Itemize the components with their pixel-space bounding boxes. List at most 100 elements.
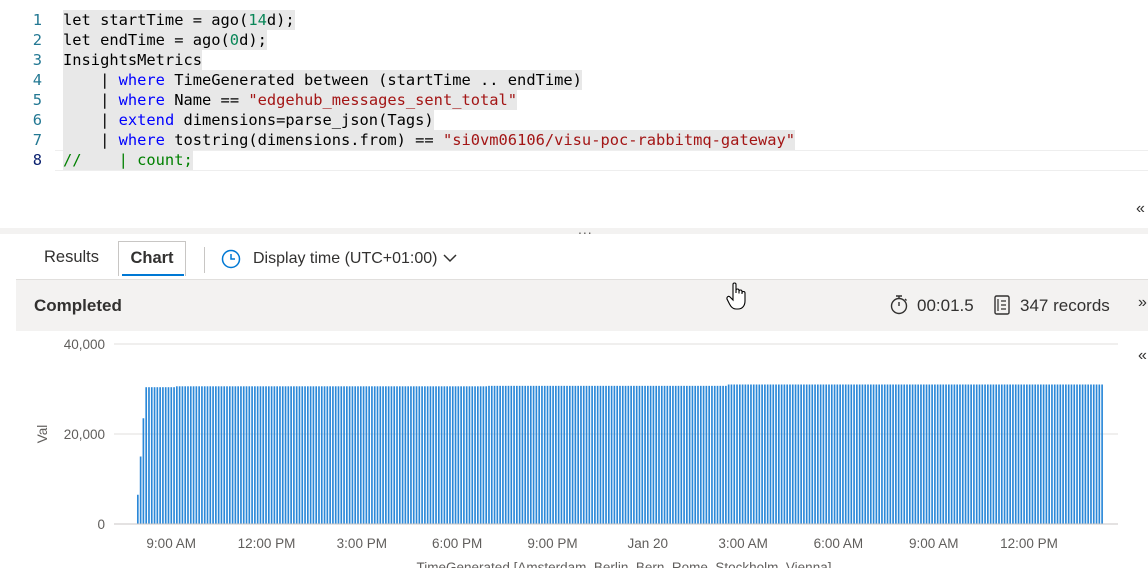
bar	[518, 385, 521, 524]
bar	[340, 386, 343, 524]
bar	[1017, 384, 1020, 524]
bar	[683, 385, 685, 524]
bar	[162, 387, 164, 524]
clock-icon[interactable]	[221, 249, 241, 269]
bar	[783, 384, 786, 524]
bar	[764, 384, 766, 524]
collapse-editor-icon[interactable]: «	[1136, 200, 1145, 218]
editor-splitter[interactable]	[0, 228, 1148, 234]
bar	[460, 386, 462, 524]
bar	[814, 384, 816, 524]
bar	[850, 384, 853, 524]
x-tick-label: 6:00 PM	[432, 536, 482, 551]
bar	[256, 386, 259, 524]
bar	[761, 384, 763, 524]
bar	[295, 386, 298, 524]
code-line[interactable]: 7 | where tostring(dimensions.from) == "…	[0, 130, 1148, 150]
bar	[254, 386, 256, 524]
bar	[1020, 384, 1023, 524]
code-line[interactable]: 6 | extend dimensions=parse_json(Tags)	[0, 110, 1148, 130]
bar	[293, 386, 295, 524]
bar	[1039, 384, 1042, 524]
elapsed-time: 00:01.5	[917, 296, 974, 315]
query-editor[interactable]: 1 let startTime = ago(14d); 2 let endTime =…	[0, 0, 1148, 228]
tab-chart[interactable]: Chart	[118, 241, 186, 276]
display-time-dropdown[interactable]: Display time (UTC+01:00)	[253, 250, 438, 268]
code-text: | where Name == "edgehub_messages_sent_t…	[63, 90, 518, 110]
bar	[942, 384, 945, 524]
bar	[164, 387, 167, 524]
bar	[725, 385, 727, 524]
x-tick-label: Jan 20	[627, 536, 668, 551]
bar	[903, 384, 906, 524]
code-line[interactable]: 3 InsightsMetrics	[0, 50, 1148, 70]
bar	[326, 386, 329, 524]
bar	[421, 386, 423, 524]
bar	[677, 385, 680, 524]
bar	[198, 386, 200, 524]
bar	[167, 387, 170, 524]
bar	[524, 385, 527, 524]
code-line[interactable]: 4 | where TimeGenerated between (startTi…	[0, 70, 1148, 90]
bar	[139, 456, 142, 524]
y-tick-label: 40,000	[64, 337, 105, 352]
expand-panel-icon[interactable]: »	[1138, 294, 1147, 312]
bar	[496, 385, 499, 524]
bar	[535, 385, 538, 524]
chevron-down-icon[interactable]	[442, 252, 458, 264]
bar	[975, 384, 978, 524]
bar	[992, 384, 995, 524]
code-line[interactable]: 1 let startTime = ago(14d);	[0, 10, 1148, 30]
bar	[803, 384, 805, 524]
bar	[956, 384, 959, 524]
bar	[1067, 384, 1070, 524]
bar	[697, 385, 699, 524]
bar	[886, 384, 889, 524]
code-line[interactable]: 5 | where Name == "edgehub_messages_sent…	[0, 90, 1148, 110]
bar	[928, 384, 931, 524]
bar	[248, 386, 251, 524]
code-line[interactable]: 2 let endTime = ago(0d);	[0, 30, 1148, 50]
bar	[914, 384, 917, 524]
bar	[351, 386, 354, 524]
bar	[463, 386, 465, 524]
tab-results[interactable]: Results	[44, 248, 99, 276]
bar	[621, 385, 624, 524]
bar	[875, 384, 878, 524]
bar	[633, 385, 635, 524]
bar	[173, 387, 175, 524]
bar	[858, 384, 861, 524]
bar	[750, 384, 752, 524]
y-axis-title: Val	[35, 425, 50, 444]
bar	[869, 384, 872, 524]
bar	[521, 385, 524, 524]
bar	[652, 385, 655, 524]
bar	[226, 386, 228, 524]
splitter-grip-icon[interactable]: ...	[578, 221, 593, 237]
bar	[429, 386, 432, 524]
bar	[309, 386, 312, 524]
bar	[571, 385, 574, 524]
x-tick-label: 9:00 AM	[146, 536, 196, 551]
bar	[424, 386, 426, 524]
bar	[635, 385, 638, 524]
bar	[939, 384, 942, 524]
code-text: let endTime = ago(0d);	[63, 30, 267, 50]
bar	[287, 386, 290, 524]
bar	[457, 386, 460, 524]
bar	[605, 385, 607, 524]
bar	[279, 386, 281, 524]
bar	[527, 385, 529, 524]
bar	[290, 386, 292, 524]
bar	[738, 384, 741, 524]
bar	[136, 494, 139, 524]
bar	[998, 384, 1000, 524]
bar	[357, 386, 359, 524]
bar	[674, 385, 677, 524]
bar	[786, 384, 789, 524]
code-line[interactable]: 8 // | count;	[0, 150, 1148, 170]
bar	[228, 386, 231, 524]
bar	[758, 384, 761, 524]
bar	[318, 386, 320, 524]
bar	[1092, 384, 1095, 524]
